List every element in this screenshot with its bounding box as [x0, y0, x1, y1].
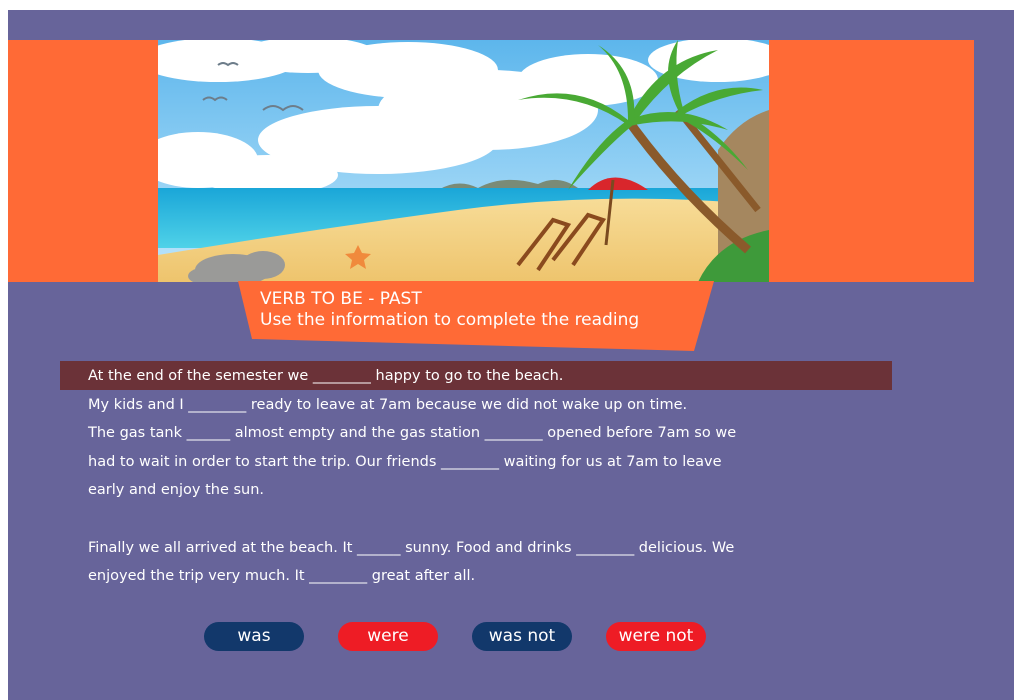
activity-stage: VERB TO BE - PAST Use the information to…: [8, 10, 1014, 700]
reading-line: early and enjoy the sun.: [88, 482, 265, 499]
reading-line: The gas tank ______ almost empty and the…: [88, 425, 737, 442]
option-was-not-button[interactable]: was not: [472, 622, 572, 651]
reading-line: At the end of the semester we ________ h…: [88, 368, 564, 384]
reading-passage: At the end of the semester we ________ h…: [88, 362, 888, 591]
activity-title: VERB TO BE - PAST: [260, 289, 422, 309]
answer-options: was were was not were not: [8, 622, 1014, 654]
reading-line: Finally we all arrived at the beach. It …: [88, 539, 735, 556]
option-were-button[interactable]: were: [338, 622, 438, 651]
option-were-not-button[interactable]: were not: [606, 622, 706, 651]
option-was-button[interactable]: was: [204, 622, 304, 651]
reading-line: My kids and I ________ ready to leave at…: [88, 396, 688, 413]
activity-instructions: Use the information to complete the read…: [260, 310, 640, 330]
reading-line: enjoyed the trip very much. It ________ …: [88, 568, 476, 585]
activity-title-panel: VERB TO BE - PAST Use the information to…: [238, 281, 718, 353]
reading-line: had to wait in order to start the trip. …: [88, 453, 722, 470]
beach-illustration: [158, 40, 769, 282]
